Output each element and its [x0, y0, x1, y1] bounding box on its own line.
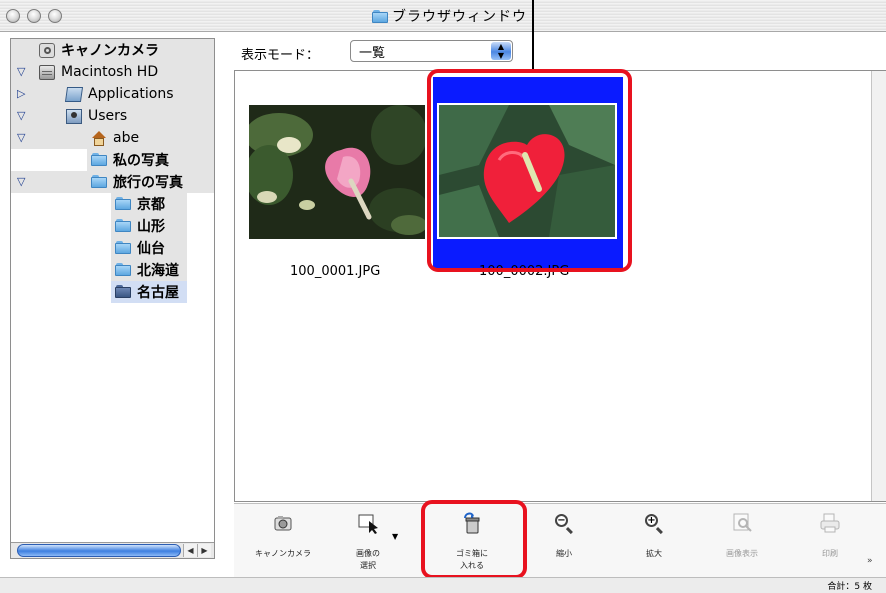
- select-image-icon: [357, 512, 379, 534]
- tree-item-travel-photos[interactable]: ▽ 旅行の写真: [11, 171, 214, 193]
- folder-icon: [91, 152, 107, 168]
- print-label: 印刷: [822, 549, 838, 558]
- tree-item-label: 京都: [137, 197, 165, 213]
- tree-item-label: Applications: [88, 86, 174, 102]
- tree-item-hokkaido[interactable]: 北海道: [11, 259, 214, 281]
- tree-item-applications[interactable]: ▷ Applications: [11, 83, 214, 105]
- disclosure-expanded-icon[interactable]: ▽: [17, 131, 31, 145]
- camera-button[interactable]: キャノンカメラ: [248, 504, 318, 578]
- print-icon: [819, 512, 841, 534]
- disclosure-collapsed-icon[interactable]: ▷: [17, 87, 31, 101]
- zoom-in-icon: +: [643, 512, 665, 534]
- image-filename-1: 100_0001.JPG: [290, 264, 381, 279]
- tree-item-label: 名古屋: [137, 285, 179, 301]
- zoom-button[interactable]: [48, 9, 62, 23]
- folder-icon: [115, 240, 131, 256]
- tree-item-my-photos[interactable]: 私の写真: [11, 149, 214, 171]
- print-button[interactable]: 印刷: [800, 504, 860, 578]
- folder-icon: [91, 174, 107, 190]
- anthurium-pink-photo: [249, 105, 425, 239]
- sidebar-horizontal-scrollbar[interactable]: ◀ ▶: [11, 542, 214, 558]
- tree-item-label: Macintosh HD: [61, 64, 159, 80]
- tree-item-abe[interactable]: ▽ abe: [11, 127, 214, 149]
- view-image-icon: [731, 512, 753, 534]
- display-mode-label: 表示モード：: [241, 48, 320, 63]
- applications-folder-icon: [64, 86, 84, 102]
- disclosure-expanded-icon[interactable]: ▽: [17, 65, 31, 79]
- vertical-scrollbar[interactable]: [871, 71, 886, 501]
- folder-icon: [115, 196, 131, 212]
- disclosure-expanded-icon[interactable]: ▽: [17, 109, 31, 123]
- tree-item-macintosh-hd[interactable]: ▽ Macintosh HD: [11, 61, 214, 83]
- callout-line: [532, 0, 534, 69]
- scroll-right-arrow-icon[interactable]: ▶: [197, 544, 211, 557]
- tree-item-label: 私の写真: [113, 153, 169, 169]
- tree-item-nagoya[interactable]: 名古屋: [11, 281, 214, 303]
- window-title: ブラウザウィンドウ: [392, 9, 527, 25]
- zoom-in-label: 拡大: [646, 549, 662, 558]
- callout-highlight-selected-image: [427, 69, 632, 272]
- folder-icon: [115, 218, 131, 234]
- view-image-button[interactable]: 画像表示: [712, 504, 772, 578]
- tree-item-yamagata[interactable]: 山形: [11, 215, 214, 237]
- tree-item-label: キャノンカメラ: [61, 43, 159, 59]
- tree-item-label: abe: [113, 130, 140, 146]
- zoom-out-label: 縮小: [556, 549, 572, 558]
- dropdown-arrow-icon[interactable]: ▼: [392, 532, 398, 541]
- folder-open-icon: [115, 284, 131, 300]
- tree-item-label: 仙台: [137, 241, 165, 257]
- disclosure-expanded-icon[interactable]: ▽: [17, 175, 31, 189]
- tree-item-label: Users: [88, 108, 128, 124]
- users-folder-icon: [66, 108, 82, 124]
- display-mode-value: 一覧: [359, 45, 386, 61]
- popup-arrows-icon: ▲ ▼: [491, 42, 511, 60]
- title-bar: ブラウザウィンドウ: [0, 0, 886, 32]
- close-button[interactable]: [6, 9, 20, 23]
- camera-icon: [272, 512, 294, 534]
- scroll-left-arrow-icon[interactable]: ◀: [183, 544, 197, 557]
- minimize-button[interactable]: [27, 9, 41, 23]
- zoom-out-button[interactable]: − 縮小: [534, 504, 594, 578]
- tree-item-camera[interactable]: キャノンカメラ: [11, 39, 214, 61]
- hard-disk-icon: [39, 64, 55, 80]
- select-image-button[interactable]: 画像の 選択 ▼: [338, 504, 398, 578]
- zoom-in-button[interactable]: + 拡大: [624, 504, 684, 578]
- tree-item-label: 北海道: [137, 263, 179, 279]
- display-mode-select[interactable]: 一覧 ▲ ▼: [350, 40, 513, 62]
- tree-item-label: 旅行の写真: [113, 175, 183, 191]
- home-icon: [91, 130, 107, 146]
- image-thumbnail-1[interactable]: [249, 105, 425, 239]
- camera-button-label: キャノンカメラ: [255, 549, 311, 558]
- tree-item-sendai[interactable]: 仙台: [11, 237, 214, 259]
- tree-item-label: 山形: [137, 219, 165, 235]
- folder-icon: [115, 262, 131, 278]
- folder-tree[interactable]: キャノンカメラ ▽ Macintosh HD ▷ Applications ▽ …: [10, 38, 215, 559]
- scrollbar-thumb[interactable]: [17, 544, 181, 557]
- camera-icon: [39, 42, 55, 58]
- image-count: 合計：5 枚: [827, 582, 872, 592]
- toolbar-overflow-icon[interactable]: »: [867, 556, 873, 566]
- view-image-label: 画像表示: [726, 549, 758, 558]
- status-bar: 合計：5 枚: [0, 577, 886, 593]
- tree-item-kyoto[interactable]: 京都: [11, 193, 214, 215]
- window-title-group: ブラウザウィンドウ: [372, 6, 527, 26]
- tree-item-users[interactable]: ▽ Users: [11, 105, 214, 127]
- select-image-button-label: 画像の 選択: [356, 549, 380, 570]
- folder-icon: [372, 9, 388, 23]
- zoom-out-icon: −: [553, 512, 575, 534]
- toolbar: キャノンカメラ 画像の 選択 ▼ ゴミ箱に 入れる − 縮小 + 拡大 画像表示…: [234, 503, 886, 577]
- callout-highlight-trash-button: [421, 500, 527, 579]
